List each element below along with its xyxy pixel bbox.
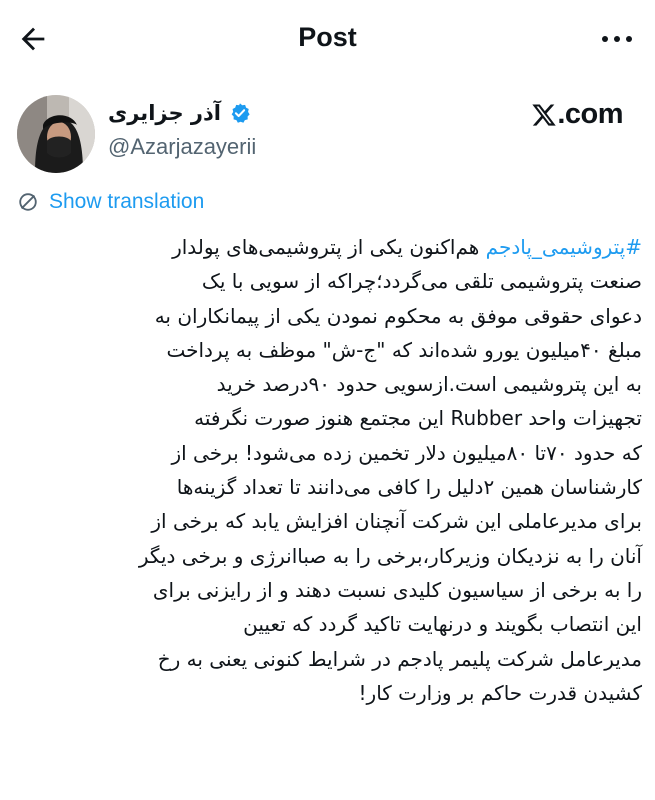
post-line: مدیرعامل شرکت پلیمر پادجم در شرایط کنونی… (157, 646, 642, 671)
x-logo-icon (532, 103, 557, 126)
post-line: تجهیزات واحد Rubber این مجتمع هنوز صورت … (194, 406, 642, 431)
brand-domain: .com (557, 98, 623, 130)
post-line: کشیدن قدرت حاکم بر وزارت کار! (358, 680, 642, 705)
post-body: #پتروشیمی_پادجم هم‌اکنون یکی از پتروشیمی… (12, 230, 642, 710)
post-line: را به برخی از سیاسیون کلیدی نسبت دهند و … (152, 577, 642, 602)
author-handle[interactable]: @Azarjazayerii (108, 134, 408, 160)
more-options-icon[interactable] (597, 25, 637, 53)
post-line: به این پتروشیمی است.ازسویی حدود ۹۰درصد خ… (216, 372, 642, 397)
author-name[interactable]: آذر جزایری (108, 101, 221, 125)
post-line: که حدود ۷۰تا ۸۰میلیون دلار تخمین زده می‌… (171, 440, 642, 465)
show-translation-link[interactable]: Show translation (17, 190, 204, 214)
post-line: کارشناسان همین ۲دلیل را کافی می‌دانند تا… (176, 475, 642, 500)
author-info: آذر جزایری @Azarjazayerii (108, 96, 408, 160)
post-line: مبلغ ۴۰میلیون یورو شده‌اند که "ج-ش" موظف… (166, 337, 642, 362)
post-line-rest: هم‌اکنون یکی از پتروشیمی‌های پولدار (172, 235, 486, 259)
show-translation-label: Show translation (49, 190, 205, 213)
post-line: این انتصاب بگویند و درنهایت تاکید گردد ک… (243, 612, 642, 637)
brand-watermark: .com (531, 98, 623, 131)
post-hashtag[interactable]: #پتروشیمی_پادجم (486, 235, 642, 259)
page-title: Post (298, 22, 357, 52)
top-bar: Post (0, 0, 655, 78)
post-line: برای مدیرعاملی این شرکت آنچنان افزایش یا… (151, 509, 642, 534)
verified-badge-icon (229, 102, 251, 124)
post-line: آنان را به نزدیکان وزیرکار،برخی را به صب… (138, 543, 642, 568)
post-line: #پتروشیمی_پادجم هم‌اکنون یکی از پتروشیمی… (12, 230, 642, 264)
post-line: دعوای حقوقی موفق به محکوم نمودن یکی از پ… (154, 303, 642, 328)
avatar[interactable] (17, 95, 95, 173)
globe-translate-icon (19, 193, 37, 211)
post-line: صنعت پتروشیمی تلقی می‌گردد؛چراکه از سویی… (201, 269, 642, 294)
